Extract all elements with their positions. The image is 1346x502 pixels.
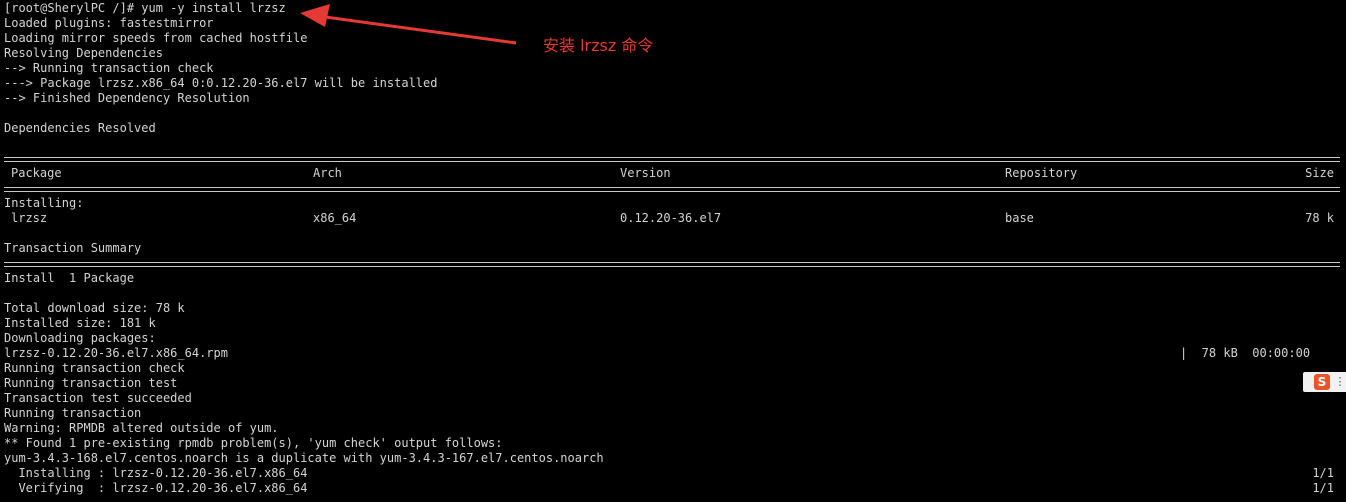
sogou-ime-icon[interactable]: S xyxy=(1314,374,1330,390)
annotation-arrow-icon xyxy=(300,4,517,45)
ime-toolbar[interactable]: S ⋮ xyxy=(1303,372,1346,392)
annotation-label: 安装 lrzsz 命令 xyxy=(543,36,654,55)
more-options-icon[interactable]: ⋮ xyxy=(1334,372,1346,392)
